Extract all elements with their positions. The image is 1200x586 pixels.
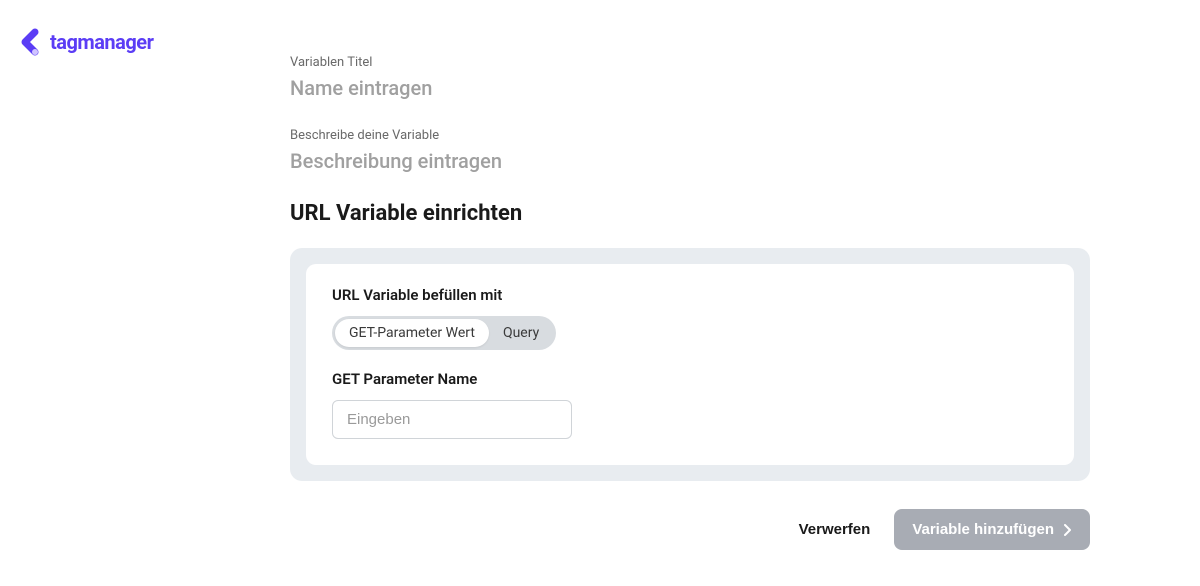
app-logo: tagmanager	[16, 28, 153, 56]
config-card-outer: URL Variable befüllen mit GET-Parameter …	[290, 248, 1090, 481]
param-name-input[interactable]	[332, 400, 572, 439]
title-label: Variablen Titel	[290, 55, 1090, 70]
form-actions: Verwerfen Variable hinzufügen	[290, 509, 1090, 550]
add-variable-label: Variable hinzufügen	[912, 521, 1054, 538]
pill-query[interactable]: Query	[489, 319, 553, 347]
add-variable-button[interactable]: Variable hinzufügen	[894, 509, 1090, 550]
section-title: URL Variable einrichten	[290, 201, 1090, 226]
fill-mode-toggle: GET-Parameter Wert Query	[332, 316, 556, 350]
param-name-label: GET Parameter Name	[332, 370, 1048, 388]
logo-text: tagmanager	[50, 30, 153, 54]
logo-icon	[16, 28, 44, 56]
description-label: Beschreibe deine Variable	[290, 128, 1090, 143]
pill-get-parameter[interactable]: GET-Parameter Wert	[335, 319, 489, 347]
config-card: URL Variable befüllen mit GET-Parameter …	[306, 264, 1074, 465]
chevron-right-icon	[1064, 524, 1072, 536]
discard-button[interactable]: Verwerfen	[799, 521, 871, 538]
variable-form: Variablen Titel Name eintragen Beschreib…	[290, 55, 1090, 550]
title-input[interactable]: Name eintragen	[290, 76, 1090, 100]
fill-with-label: URL Variable befüllen mit	[332, 286, 1048, 304]
description-input[interactable]: Beschreibung eintragen	[290, 149, 1090, 173]
